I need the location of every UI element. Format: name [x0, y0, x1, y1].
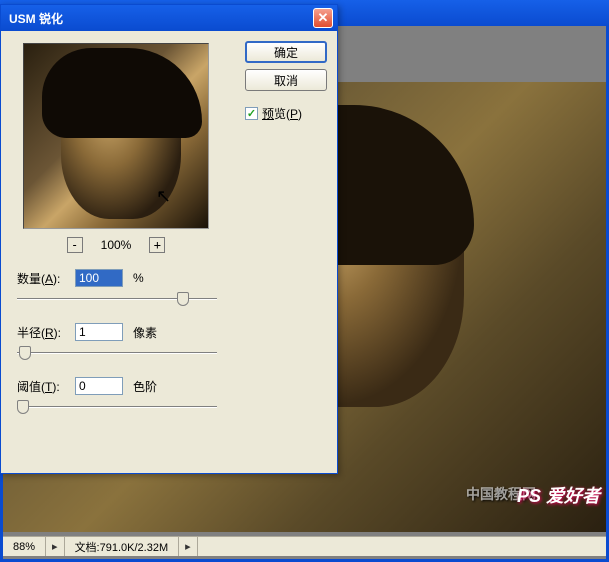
radius-slider[interactable]	[17, 343, 217, 363]
dialog-button-column: 确定 取消 ✓ 预览(P)	[245, 41, 327, 122]
amount-row: 数量(A): %	[17, 269, 327, 287]
preview-checkbox-row[interactable]: ✓ 预览(P)	[245, 105, 327, 122]
zoom-in-button[interactable]: +	[149, 237, 165, 253]
zoom-out-button[interactable]: -	[67, 237, 83, 253]
close-icon: ✕	[318, 10, 329, 26]
radius-label: 半径(R):	[17, 324, 69, 341]
status-bar: 88% ▸ 文档:791.0K/2.32M ▸	[3, 536, 606, 556]
threshold-label: 阈值(T):	[17, 378, 69, 395]
preview-checkbox[interactable]: ✓	[245, 107, 258, 120]
radius-unit: 像素	[133, 324, 157, 341]
slider-track	[17, 406, 217, 408]
preview-zoom-controls: - 100% +	[23, 237, 209, 253]
document-size: 文档:791.0K/2.32M	[65, 537, 179, 556]
amount-input[interactable]	[75, 269, 123, 287]
cursor-icon: ↖	[156, 186, 171, 207]
close-button[interactable]: ✕	[313, 8, 333, 28]
preview-label: 预览(P)	[262, 105, 302, 122]
radius-input[interactable]	[75, 323, 123, 341]
slider-thumb[interactable]	[19, 346, 31, 360]
dialog-title: USM 锐化	[9, 10, 63, 27]
cancel-button[interactable]: 取消	[245, 69, 327, 91]
status-arrow-icon[interactable]: ▸	[46, 537, 65, 556]
plus-icon: +	[154, 239, 161, 251]
ok-button[interactable]: 确定	[245, 41, 327, 63]
minus-icon: -	[71, 239, 78, 251]
watermark-text-2: PS 爱好者	[517, 482, 600, 508]
preview-image[interactable]: ↖	[23, 43, 209, 229]
threshold-slider[interactable]	[17, 397, 217, 417]
slider-thumb[interactable]	[177, 292, 189, 306]
radius-row: 半径(R): 像素	[17, 323, 327, 341]
zoom-level[interactable]: 88%	[3, 537, 46, 556]
status-menu-icon[interactable]: ▸	[178, 537, 197, 556]
slider-thumb[interactable]	[17, 400, 29, 414]
check-icon: ✓	[247, 107, 256, 120]
slider-track	[17, 352, 217, 354]
threshold-unit: 色阶	[133, 378, 157, 395]
amount-slider[interactable]	[17, 289, 217, 309]
scroll-track[interactable]	[197, 537, 606, 556]
dialog-titlebar[interactable]: USM 锐化 ✕	[1, 5, 337, 31]
amount-unit: %	[133, 271, 144, 285]
preview-zoom-value: 100%	[101, 238, 132, 252]
dialog-body: 确定 取消 ✓ 预览(P) ↖ - 100% + 数量(A): %	[1, 31, 337, 475]
threshold-row: 阈值(T): 色阶	[17, 377, 327, 395]
threshold-input[interactable]	[75, 377, 123, 395]
amount-label: 数量(A):	[17, 270, 69, 287]
usm-sharpen-dialog: USM 锐化 ✕ 确定 取消 ✓ 预览(P) ↖ - 100% +	[0, 4, 338, 474]
